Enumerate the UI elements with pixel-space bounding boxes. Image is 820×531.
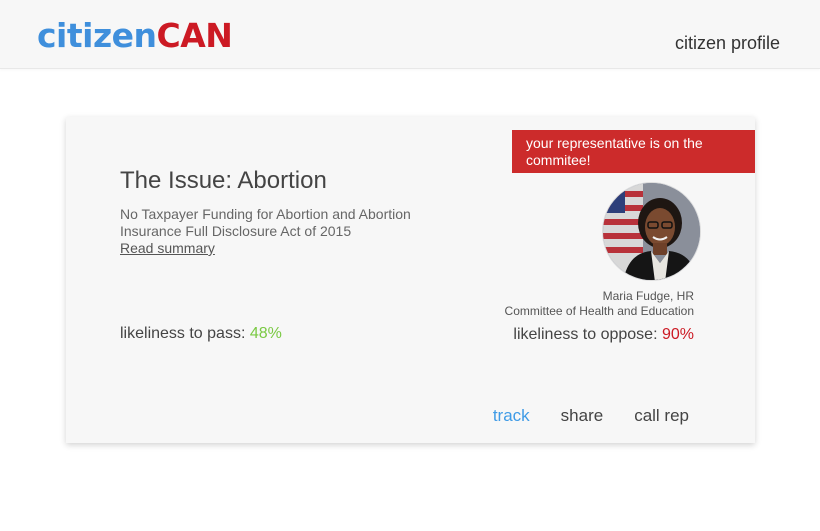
representative-photo — [603, 183, 700, 280]
likeliness-to-pass: likeliness to pass: 48% — [120, 325, 282, 343]
share-button[interactable]: share — [561, 406, 604, 426]
logo-text-citizen: citizen — [37, 16, 157, 55]
logo-text-can: CAN — [156, 16, 233, 55]
bill-name: No Taxpayer Funding for Abortion and Abo… — [120, 206, 411, 239]
citizencan-logo[interactable]: citizenCAN — [37, 16, 233, 56]
top-header: citizenCAN citizen profile — [0, 0, 820, 69]
issue-card: your representative is on the commitee! … — [66, 117, 755, 443]
representative-committee: Committee of Health and Education — [504, 304, 694, 318]
citizen-profile-link[interactable]: citizen profile — [675, 33, 780, 54]
oppose-label: likeliness to oppose: — [513, 326, 658, 343]
pass-label: likeliness to pass: — [120, 325, 246, 342]
read-summary-link[interactable]: Read summary — [120, 240, 215, 256]
oppose-value: 90% — [661, 326, 694, 343]
representative-info: Maria Fudge, HR Committee of Health and … — [505, 289, 694, 319]
representative-name: Maria Fudge, HR — [602, 289, 694, 303]
representative-committee-banner: your representative is on the commitee! — [512, 130, 755, 173]
track-button[interactable]: track — [493, 406, 530, 426]
likeliness-to-oppose: likeliness to oppose: 90% — [513, 326, 694, 344]
pass-value: 48% — [249, 325, 282, 342]
card-actions: track share call rep — [493, 406, 689, 426]
issue-title: The Issue: Abortion — [120, 167, 327, 194]
representative-avatar — [602, 182, 701, 281]
call-rep-button[interactable]: call rep — [634, 406, 689, 426]
